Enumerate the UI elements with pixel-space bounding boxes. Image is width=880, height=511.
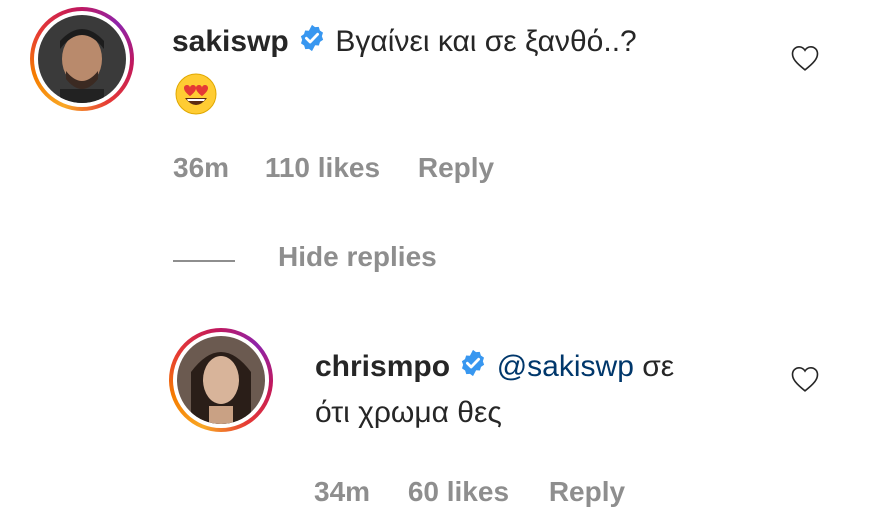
avatar-photo (38, 15, 126, 103)
hide-replies-label[interactable]: Hide replies (278, 241, 437, 273)
like-heart-icon[interactable] (790, 365, 820, 393)
reply-likes[interactable]: 60 likes (408, 476, 509, 508)
avatar[interactable] (30, 7, 134, 111)
reply-timestamp: 34m (314, 476, 371, 507)
comment-reply-button[interactable]: Reply (418, 152, 494, 184)
comment-text: Βγαίνει και σε ξανθό..? (335, 25, 637, 58)
reply-username[interactable]: chrismpo (315, 350, 450, 383)
verified-badge-icon (458, 348, 488, 389)
reply-text-line1: σε (633, 350, 675, 383)
comment-likes[interactable]: 110 likes (265, 152, 380, 184)
comment-timestamp: 36m (173, 152, 230, 183)
heart-eyes-emoji (174, 72, 218, 121)
avatar[interactable] (169, 328, 273, 432)
reply-mention-link[interactable]: @sakiswp (497, 350, 634, 383)
reply-text-line2: ότι χρωμα θες (315, 396, 502, 429)
like-heart-icon[interactable] (790, 44, 820, 72)
avatar-photo (177, 336, 265, 424)
reply-reply-button[interactable]: Reply (549, 476, 625, 508)
comment-username[interactable]: sakiswp (172, 25, 289, 58)
verified-badge-icon (297, 23, 327, 64)
divider-line (173, 260, 235, 262)
